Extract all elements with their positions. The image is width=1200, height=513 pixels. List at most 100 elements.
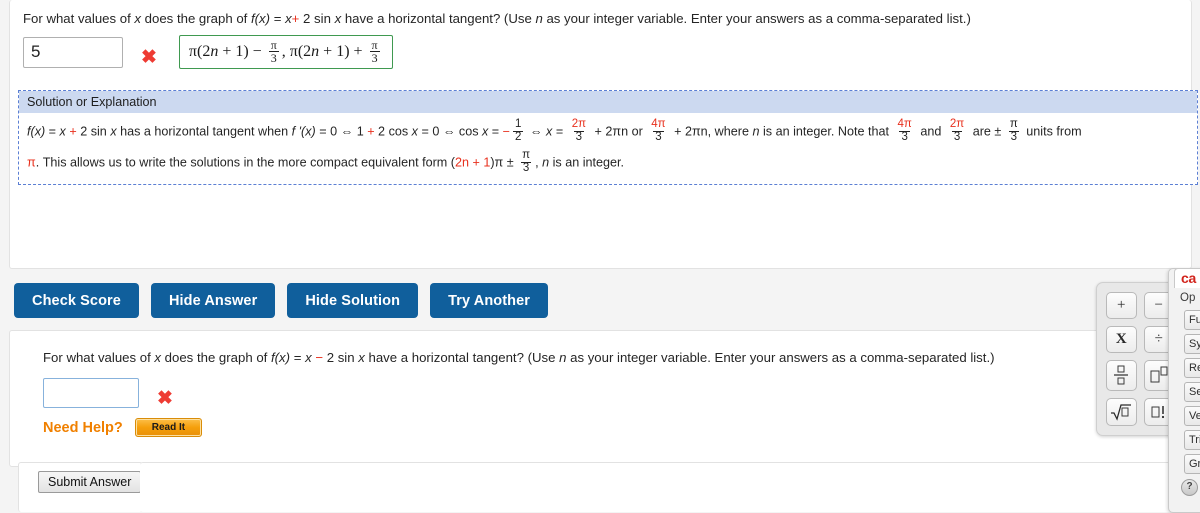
solution-explanation-block: Solution or Explanation f(x) = x + 2 sin… [18, 90, 1198, 185]
answer-input-1[interactable] [23, 36, 123, 68]
fraction-pi-3-note: π3 [1008, 118, 1020, 143]
read-it-button[interactable]: Read It [134, 418, 203, 437]
q2-fx: f(x) [271, 350, 291, 365]
frac-den: 3 [520, 161, 532, 174]
question-2-answer-row: ✖ [10, 366, 1191, 408]
multiply-key[interactable]: X [1106, 325, 1137, 353]
action-button-row: Check Score Hide Answer Hide Solution Tr… [14, 283, 549, 318]
frac-num: 2π [949, 118, 965, 130]
check-score-button[interactable]: Check Score [14, 283, 139, 318]
answer-input-2[interactable] [43, 378, 139, 408]
menu-item-greek[interactable]: Gr [1184, 454, 1200, 474]
hide-answer-button[interactable]: Hide Answer [150, 283, 276, 318]
sol-t7: + 2πn or [591, 124, 647, 139]
fraction-2pi-3-note: 2π 3 [948, 118, 966, 143]
sol2-2n1: 2n + 1 [454, 155, 491, 170]
fraction-pi-3-final: π3 [520, 149, 532, 174]
calcpad-brand: ca [1174, 268, 1200, 288]
q1-text-2: does the graph of [141, 11, 251, 26]
q2-x3: x [358, 350, 365, 365]
question-1-prompt: For what values of x does the graph of f… [10, 0, 1191, 27]
correct-answer-box: π(2 n + 1) − π3, π(2 n + 1) + π3 [178, 35, 393, 69]
correct-answer-math: π(2 n + 1) − π3, π(2 n + 1) + π3 [188, 37, 380, 65]
square-root-icon [1111, 404, 1132, 421]
frac-den: 3 [573, 130, 585, 143]
frac-num: 4π [651, 118, 666, 130]
q1-plus-sign: + [291, 11, 300, 26]
submit-card-extension [140, 462, 1191, 512]
q2-minus-sign: − [315, 350, 324, 365]
menu-item-sets[interactable]: Se [1184, 382, 1200, 402]
menu-item-relations[interactable]: Re [1184, 358, 1200, 378]
frac-num: π [1009, 118, 1018, 130]
sol-t1: has a horizontal tangent when [116, 124, 292, 139]
sol-t2: = 0 ⇔ 1 [315, 124, 368, 139]
fraction-2pi-3: 2π 3 [570, 118, 588, 143]
sol-fprime: f '(x) [291, 124, 316, 139]
frac-den: 2 [513, 130, 524, 143]
hide-solution-button[interactable]: Hide Solution [287, 283, 419, 318]
fraction-one-half: 12 [513, 118, 524, 143]
q2-text-2: does the graph of [161, 350, 271, 365]
submit-answer-button[interactable]: Submit Answer [38, 471, 142, 493]
sol-2sin: 2 sin [76, 124, 111, 139]
sol-t10: and [916, 124, 945, 139]
question-1-answer-row: ✖ π(2n + 1) − π3, π(2n + 1) + π3 [10, 27, 1191, 69]
sol-t3: = 0 ⇔ cos [417, 124, 483, 139]
square-root-key[interactable] [1106, 398, 1137, 426]
q2-x2: x [305, 350, 312, 365]
question-2-card: For what values of x does the graph of f… [9, 330, 1192, 467]
menu-item-functions[interactable]: Fu [1184, 310, 1200, 330]
options-label: Op [1180, 292, 1196, 304]
sol2-t4: is an integer. [549, 155, 625, 170]
solution-line-2: π. This allows us to write the solutions… [19, 144, 1197, 175]
sol2-t1: . This allows us to write the solutions … [35, 155, 455, 170]
fraction-icon [1114, 365, 1129, 385]
fraction-4pi-3: 4π 3 [649, 118, 667, 143]
q1-two-sin: 2 sin [303, 11, 335, 26]
x-mark-icon: ✖ [157, 387, 173, 409]
q1-text-1: For what values of [23, 11, 135, 26]
frac-num: 2π [571, 118, 587, 130]
exponent-icon [1150, 366, 1168, 383]
sol2-pi: π [27, 155, 36, 170]
sol-plus-1: + [69, 124, 77, 139]
sol-n1: n [752, 124, 760, 139]
sol-t6: = [552, 124, 567, 139]
sol-t9: is an integer. Note that [759, 124, 893, 139]
q1-n-var: n [535, 11, 543, 26]
frac-den: 3 [1008, 130, 1020, 143]
frac-den: 3 [653, 130, 664, 143]
try-another-button[interactable]: Try Another [430, 283, 549, 318]
sol-2cos: 2 cos [374, 124, 412, 139]
solution-header: Solution or Explanation [19, 91, 1197, 113]
q1-x2: x [285, 11, 292, 26]
frac-num: π [522, 149, 531, 161]
question-2-prompt: For what values of x does the graph of f… [10, 331, 1191, 366]
q2-text-1: For what values of [43, 350, 155, 365]
sol-fx: f(x) [27, 124, 46, 139]
q2-text-4: as your integer variable. Enter your ans… [566, 350, 995, 365]
sol-plus-2: + [367, 124, 375, 139]
q2-eq: = [290, 350, 306, 365]
sol-x1: x [59, 124, 66, 139]
q2-text-3: have a horizontal tangent? (Use [364, 350, 560, 365]
x-mark-icon: ✖ [141, 46, 157, 68]
menu-item-trig[interactable]: Tri [1184, 430, 1200, 450]
sol-t12: units from [1022, 124, 1082, 139]
calcpad-menu: Fu Sy Re Se Ve Tri Gr [1178, 306, 1200, 474]
menu-item-vectors[interactable]: Ve [1184, 406, 1200, 426]
q1-fx: f(x) [251, 11, 271, 26]
help-icon[interactable]: ? [1181, 479, 1198, 496]
plus-key[interactable]: + [1106, 292, 1137, 319]
fraction-4pi-3-note: 4π 3 [896, 118, 914, 143]
fraction-key[interactable] [1106, 359, 1137, 392]
sol2-t2: )π ± [490, 155, 518, 170]
sol-minus-1: − [502, 124, 511, 139]
sol-t5: ⇔ [526, 124, 547, 139]
frac-den: 3 [951, 130, 963, 143]
sol-t8: + 2πn, where [670, 124, 753, 139]
menu-item-symbols[interactable]: Sy [1184, 334, 1200, 354]
q1-text-4: as your integer variable. Enter your ans… [542, 11, 971, 26]
sol-t11: are ± [969, 124, 1005, 139]
